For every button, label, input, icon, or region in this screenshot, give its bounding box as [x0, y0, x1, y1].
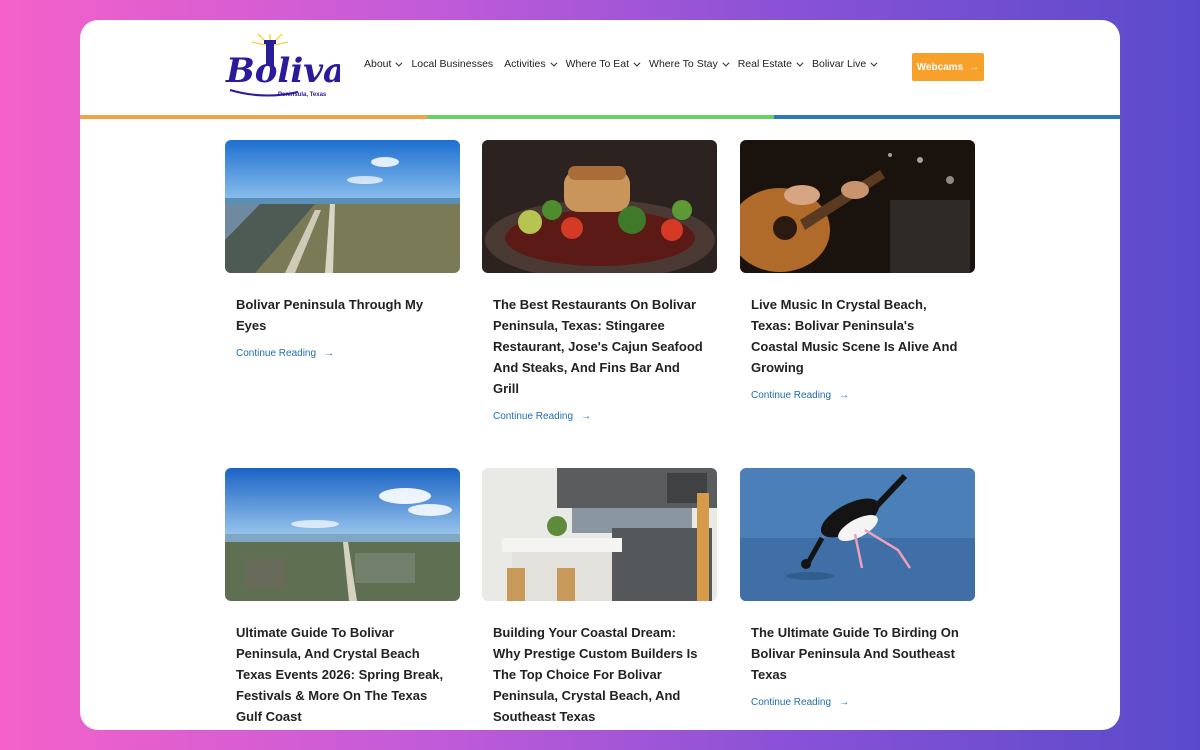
webcams-button[interactable]: Webcams →: [912, 53, 984, 81]
arrow-right-icon: →: [581, 411, 592, 422]
nav-real-estate[interactable]: Real Estate: [737, 58, 804, 70]
nav-about[interactable]: About: [364, 58, 403, 70]
nav-bolivar-live[interactable]: Bolivar Live: [811, 58, 878, 70]
logo-subtitle: Peninsula, Texas: [278, 92, 327, 98]
chevron-down-icon: [870, 59, 878, 67]
post-card: The Ultimate Guide To Birding On Bolivar…: [740, 468, 975, 708]
bolivar-logo[interactable]: Bolivar Peninsula, Texas: [224, 34, 340, 102]
arrow-right-icon: →: [969, 61, 980, 73]
post-title[interactable]: Live Music In Crystal Beach, Texas: Boli…: [751, 294, 964, 378]
post-card: Building Your Coastal Dream: Why Prestig…: [482, 468, 717, 727]
post-title[interactable]: Bolivar Peninsula Through My Eyes: [236, 294, 449, 336]
post-card: Ultimate Guide To Bolivar Peninsula, And…: [225, 468, 460, 727]
browser-frame: Bolivar Peninsula, Texas About Local Bus…: [80, 20, 1120, 730]
site-header: Bolivar Peninsula, Texas About Local Bus…: [80, 20, 1120, 120]
arrow-right-icon: →: [324, 348, 335, 359]
post-thumbnail[interactable]: [730, 140, 975, 273]
chevron-down-icon: [395, 59, 403, 67]
post-title[interactable]: The Ultimate Guide To Birding On Bolivar…: [751, 622, 964, 685]
continue-reading-link[interactable]: Continue Reading →: [493, 411, 706, 422]
nav-activities-label: Activities: [504, 58, 546, 70]
post-thumbnail[interactable]: [225, 468, 460, 601]
nav-where-to-stay-label: Where To Stay: [649, 58, 718, 70]
continue-reading-link[interactable]: Continue Reading →: [751, 390, 964, 401]
continue-reading-link[interactable]: Continue Reading →: [751, 697, 964, 708]
post-card: Live Music In Crystal Beach, Texas: Boli…: [730, 140, 975, 401]
chevron-down-icon: [549, 59, 558, 67]
nav-local-businesses[interactable]: Local Businesses: [411, 58, 493, 70]
nav-where-to-stay[interactable]: Where To Stay: [649, 58, 730, 70]
post-thumbnail[interactable]: [740, 468, 975, 601]
post-thumbnail[interactable]: [482, 468, 717, 601]
post-title[interactable]: Ultimate Guide To Bolivar Peninsula, And…: [236, 622, 449, 727]
arrow-right-icon: →: [839, 697, 850, 708]
post-title[interactable]: The Best Restaurants On Bolivar Peninsul…: [493, 294, 706, 399]
continue-reading-label: Continue Reading: [751, 390, 832, 401]
continue-reading-label: Continue Reading: [751, 697, 832, 708]
nav-about-label: About: [364, 58, 392, 70]
main-nav: About Local Businesses Activities Where …: [364, 58, 886, 70]
color-stripe-blue: [774, 115, 1120, 119]
color-stripe-orange: [80, 115, 427, 119]
continue-reading-link[interactable]: Continue Reading →: [236, 348, 449, 359]
continue-reading-label: Continue Reading: [493, 411, 574, 422]
nav-activities[interactable]: Activities: [504, 58, 558, 70]
nav-local-businesses-label: Local Businesses: [411, 58, 494, 70]
logo-wordmark: Bolivar: [225, 51, 340, 91]
post-card: Bolivar Peninsula Through My Eyes Contin…: [225, 140, 460, 359]
nav-bolivar-live-label: Bolivar Live: [811, 58, 867, 70]
post-thumbnail[interactable]: [225, 140, 460, 273]
color-stripe-green: [427, 115, 774, 119]
nav-where-to-eat[interactable]: Where To Eat: [565, 58, 641, 70]
post-title[interactable]: Building Your Coastal Dream: Why Prestig…: [493, 622, 706, 727]
chevron-down-icon: [722, 59, 730, 67]
webcams-button-label: Webcams: [916, 61, 964, 73]
post-thumbnail[interactable]: [482, 140, 717, 280]
nav-real-estate-label: Real Estate: [737, 58, 792, 70]
chevron-down-icon: [796, 59, 804, 67]
continue-reading-label: Continue Reading: [236, 348, 317, 359]
nav-where-to-eat-label: Where To Eat: [565, 58, 630, 70]
post-card: The Best Restaurants On Bolivar Peninsul…: [482, 140, 717, 422]
arrow-right-icon: →: [839, 390, 850, 401]
chevron-down-icon: [633, 59, 641, 67]
